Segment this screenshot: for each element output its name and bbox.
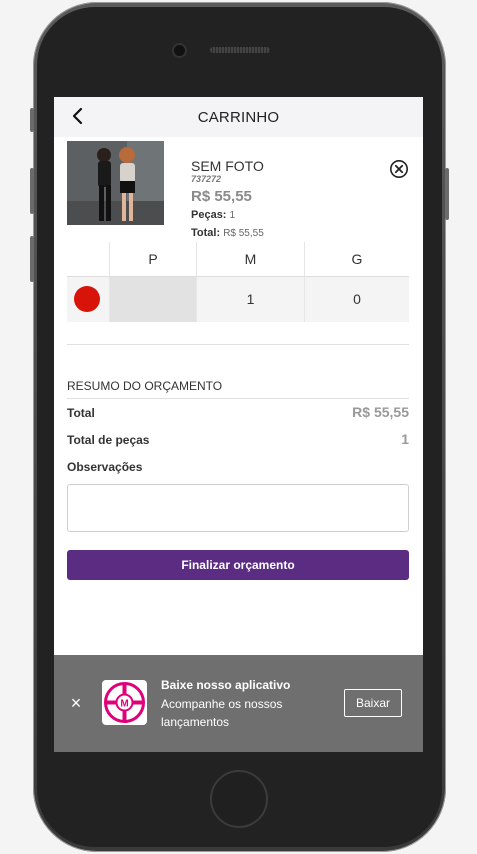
- page-title: CARRINHO: [197, 109, 280, 126]
- download-app-button[interactable]: Baixar: [344, 689, 402, 717]
- product-price: R$ 55,55: [191, 188, 252, 205]
- side-button: [30, 108, 34, 132]
- top-bar: CARRINHO: [54, 97, 423, 137]
- home-button[interactable]: [210, 770, 268, 828]
- size-header-p: P: [109, 242, 196, 276]
- summary-total-label: Total: [67, 406, 95, 420]
- app-banner: × M Baixe nosso aplicativo Acompanhe os …: [54, 655, 423, 752]
- summary-pieces: Total de peças 1: [67, 431, 409, 447]
- size-header-g: G: [304, 242, 409, 276]
- color-swatch: [74, 286, 100, 312]
- summary-total-value: R$ 55,55: [352, 404, 409, 420]
- quantity-label: Peças:: [191, 209, 227, 221]
- size-qty-g[interactable]: 0: [304, 277, 409, 322]
- color-column-header: [67, 242, 109, 276]
- banner-title: Baixe nosso aplicativo: [161, 678, 291, 692]
- close-icon[interactable]: ×: [67, 693, 85, 713]
- notes-label: Observações: [67, 460, 143, 474]
- speaker-grille: [210, 47, 270, 53]
- divider: [67, 398, 409, 399]
- side-button: [445, 168, 449, 220]
- summary-pieces-value: 1: [401, 431, 409, 447]
- size-header-m: M: [196, 242, 304, 276]
- total-value: R$ 55,55: [223, 228, 264, 239]
- size-header-row: P M G: [67, 242, 409, 277]
- close-circle-icon[interactable]: [389, 159, 409, 179]
- quantity-value: 1: [229, 210, 236, 221]
- finalize-quote-button[interactable]: Finalizar orçamento: [67, 550, 409, 580]
- size-row: 1 0: [67, 277, 409, 322]
- banner-subtitle: Acompanhe os nossos lançamentos: [161, 697, 283, 729]
- summary-total: Total R$ 55,55: [67, 404, 409, 420]
- product-image: [67, 141, 164, 225]
- size-grid: P M G 1 0: [67, 242, 409, 322]
- summary-title: RESUMO DO ORÇAMENTO: [67, 379, 223, 393]
- side-button: [30, 236, 34, 282]
- notes-field[interactable]: [67, 484, 409, 532]
- product-quantity: Peças: 1: [191, 209, 235, 221]
- product-name: SEM FOTO: [191, 158, 264, 174]
- size-qty-m[interactable]: 1: [196, 277, 304, 322]
- summary-pieces-label: Total de peças: [67, 433, 150, 447]
- side-button: [30, 168, 34, 214]
- total-label: Total:: [191, 227, 221, 239]
- product-total: Total: R$ 55,55: [191, 227, 264, 239]
- product-code: 737272: [191, 174, 222, 184]
- size-qty-p: [109, 277, 196, 322]
- color-cell: [67, 277, 109, 322]
- app-logo: M: [102, 680, 147, 725]
- screen: CARRINHO SEM FOTO 737272 R$ 55,55 Peças:…: [54, 97, 423, 752]
- camera-icon: [174, 45, 185, 56]
- svg-text:M: M: [120, 699, 128, 710]
- divider: [67, 344, 409, 345]
